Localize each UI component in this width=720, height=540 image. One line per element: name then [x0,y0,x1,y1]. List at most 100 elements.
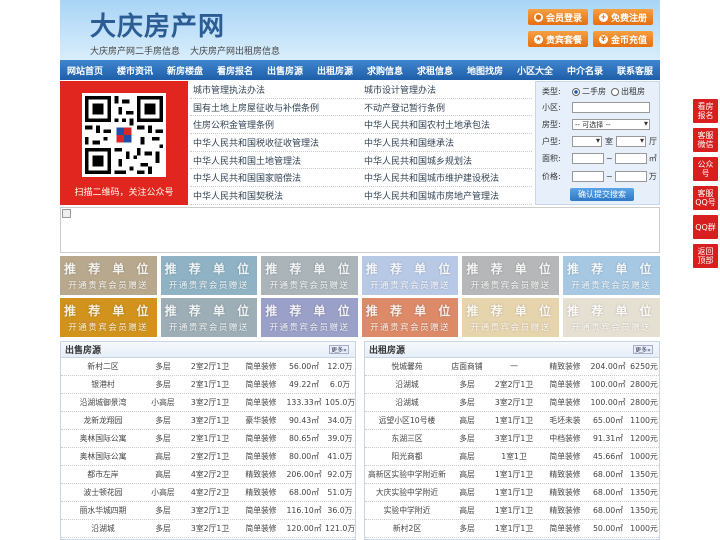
side-official-account[interactable]: 公众号 [693,157,718,181]
nav-agencies[interactable]: 中介名录 [560,60,610,80]
listing-row[interactable]: 银港村 多层 2室1厅1卫 简单装修 49.22㎡ 6.0万 [61,376,355,394]
nav-map[interactable]: 地图找房 [460,60,510,80]
listing-row[interactable]: 大庆实验中学附近 高层 1室1厅1卫 精致装修 68.00㎡ 1350元 [365,484,659,502]
recommended-unit-tile[interactable]: 推 荐 单 位开通贵宾会员赠送 [160,298,258,337]
listing-community[interactable]: 高新区实验中学附近新 [365,469,449,480]
price-max-input[interactable] [614,171,647,182]
recommended-unit-tile[interactable]: 推 荐 单 位开通贵宾会员赠送 [261,298,358,337]
recommended-unit-tile[interactable]: 推 荐 单 位开通贵宾会员赠送 [562,298,660,337]
nav-home[interactable]: 网站首页 [60,60,110,80]
listing-community[interactable]: 奥林国际公寓 [61,451,145,462]
rent-more-button[interactable]: 更多» [633,345,653,354]
listing-community[interactable]: 波士顿花园 [61,487,145,498]
coin-recharge-button[interactable]: ¥ 金币充值 [593,31,653,47]
listing-row[interactable]: 远望小区10号楼 高层 1室1厅1卫 毛坯未装 65.00㎡ 1100元 [365,412,659,430]
nav-communities[interactable]: 小区大全 [510,60,560,80]
listing-row[interactable]: 奥林国际公寓 高层 2室2厅1卫 简单装修 80.00㎡ 41.0万 [61,448,355,466]
recommended-unit-tile[interactable]: 推 荐 单 位开通贵宾会员赠送 [462,298,559,337]
policy-link[interactable]: 国有土地上房屋征收与补偿条例 [190,101,361,114]
price-min-input[interactable] [572,171,604,182]
listing-row[interactable]: 都市左岸 高层 4室2厅2卫 精致装修 206.00㎡ 92.0万 [61,466,355,484]
policy-link[interactable]: 中华人民共和国城乡规划法 [361,154,532,167]
nav-rent[interactable]: 出租房源 [310,60,360,80]
recommended-unit-tile[interactable]: 推 荐 单 位开通贵宾会员赠送 [60,256,157,295]
listing-community[interactable]: 阳光商都 [365,451,449,462]
listing-row[interactable]: 实验中学附近 高层 1室1厅1卫 精致装修 68.00㎡ 1350元 [365,502,659,520]
ad-banner[interactable] [60,207,660,253]
size-min-input[interactable] [572,153,604,164]
listing-community[interactable]: 东湖三区 [365,433,449,444]
register-button[interactable]: + 免费注册 [593,9,653,25]
listing-community[interactable]: 大庆实验中学附近 [365,487,449,498]
listing-row[interactable]: 奥林国际公寓 多层 2室1厅1卫 简单装修 80.65㎡ 39.0万 [61,430,355,448]
listing-community[interactable]: 实验中学附近 [365,505,449,516]
listing-community[interactable]: 沿湖城御景湾 [61,397,145,408]
listing-community[interactable]: 银港村 [61,379,145,390]
listing-community[interactable]: 新村2区 [365,523,449,534]
radio-sale[interactable] [572,87,580,96]
side-service-wechat[interactable]: 客服微信 [693,128,718,152]
policy-link[interactable]: 中华人民共和国土地管理法 [190,154,361,167]
recommended-unit-tile[interactable]: 推 荐 单 位开通贵宾会员赠送 [462,256,559,295]
policy-link[interactable]: 中华人民共和国城市维护建设税法 [361,171,532,184]
policy-link[interactable]: 中华人民共和国城市房地产管理法 [361,189,532,202]
listing-row[interactable]: 龙新龙翔园 多层 3室2厅1卫 豪华装修 90.43㎡ 34.0万 [61,412,355,430]
recommended-unit-tile[interactable]: 推 荐 单 位开通贵宾会员赠送 [361,298,459,337]
listing-community[interactable]: 沿湖城 [365,379,449,390]
listing-community[interactable]: 沿湖城 [61,523,145,534]
listing-row[interactable]: 新村2区 多层 1室1厅1卫 简单装修 50.00㎡ 1000元 [365,520,659,538]
listing-row[interactable]: 高新区实验中学附近新 高层 1室1厅1卫 精致装修 68.00㎡ 1350元 [365,466,659,484]
size-max-input[interactable] [614,153,647,164]
room-count-select[interactable] [572,136,602,147]
listing-row[interactable]: 新村二区 多层 2室2厅1卫 简单装修 56.00㎡ 12.0万 [61,358,355,376]
recommended-unit-tile[interactable]: 推 荐 单 位开通贵宾会员赠送 [60,298,157,337]
listing-community[interactable]: 龙新龙翔园 [61,415,145,426]
listing-community[interactable]: 都市左岸 [61,469,145,480]
listing-row[interactable]: 沿湖城 多层 3室2厅1卫 简单装修 120.00㎡ 121.0万 [61,520,355,538]
policy-link[interactable]: 中华人民共和国国家赔偿法 [190,171,361,184]
listing-row[interactable]: 东湖三区 多层 3室1厅1卫 中档装修 91.31㎡ 1200元 [365,430,659,448]
recommended-unit-tile[interactable]: 推 荐 单 位开通贵宾会员赠送 [160,256,258,295]
sale-more-button[interactable]: 更多» [329,345,349,354]
recommended-unit-tile[interactable]: 推 荐 单 位开通贵宾会员赠送 [261,256,358,295]
community-input[interactable] [572,102,650,113]
nav-contact[interactable]: 联系客服 [610,60,660,80]
nav-want-buy[interactable]: 求购信息 [360,60,410,80]
listing-row[interactable]: 悦城馨苑 店面商铺 一 精致装修 204.00㎡ 6250元 [365,358,659,376]
listing-row[interactable]: 阳光商都 高层 1室1卫 简单装修 45.66㎡ 1000元 [365,448,659,466]
nav-viewing-signup[interactable]: 看房报名 [210,60,260,80]
search-submit-button[interactable]: 确认提交搜索 [570,188,634,201]
policy-link[interactable]: 城市管理执法办法 [190,83,361,96]
recommended-unit-tile[interactable]: 推 荐 单 位开通贵宾会员赠送 [562,256,660,295]
policy-link[interactable]: 中华人民共和国契税法 [190,189,361,202]
listing-community[interactable]: 新村二区 [61,361,145,372]
listing-community[interactable]: 丽水华城四期 [61,505,145,516]
listing-row[interactable]: 波士顿花园 小高层 4室2厅2卫 精致装修 68.00㎡ 51.0万 [61,484,355,502]
side-back-to-top[interactable]: 返回顶部 [693,244,718,268]
room-type-select[interactable]: -- 可选择 -- [572,119,650,130]
listing-row[interactable]: 丽水华城四期 多层 3室2厅1卫 简单装修 116.10㎡ 36.0万 [61,502,355,520]
side-qq-group[interactable]: QQ群 [693,215,718,239]
hall-count-select[interactable] [616,136,646,147]
listing-community[interactable]: 沿湖城 [365,397,449,408]
side-viewing-signup[interactable]: 看房报名 [693,99,718,123]
policy-link[interactable]: 住房公积金管理条例 [190,118,361,131]
policy-link[interactable]: 中华人民共和国农村土地承包法 [361,118,532,131]
nav-new-homes[interactable]: 新房楼盘 [160,60,210,80]
listing-row[interactable]: 沿湖城御景湾 小高层 3室2厅1卫 简单装修 133.33㎡ 105.0万 [61,394,355,412]
policy-link[interactable]: 中华人民共和国继承法 [361,136,532,149]
policy-link[interactable]: 中华人民共和国税收征收管理法 [190,136,361,149]
nav-sale[interactable]: 出售房源 [260,60,310,80]
vip-package-button[interactable]: ★ 贵宾套餐 [528,31,588,47]
side-service-qq[interactable]: 客服QQ号 [693,186,718,210]
listing-community[interactable]: 远望小区10号楼 [365,415,449,426]
listing-row[interactable]: 沿湖城 多层 3室2厅1卫 简单装修 100.00㎡ 2800元 [365,394,659,412]
listing-community[interactable]: 悦城馨苑 [365,361,449,372]
listing-community[interactable]: 奥林国际公寓 [61,433,145,444]
nav-want-rent[interactable]: 求租信息 [410,60,460,80]
login-button[interactable]: ● 会员登录 [528,9,588,25]
policy-link[interactable]: 不动产登记暂行条例 [361,101,532,114]
policy-link[interactable]: 城市设计管理办法 [361,83,532,96]
radio-rent[interactable] [611,87,619,96]
site-logo[interactable]: 大庆房产网 [90,6,225,43]
